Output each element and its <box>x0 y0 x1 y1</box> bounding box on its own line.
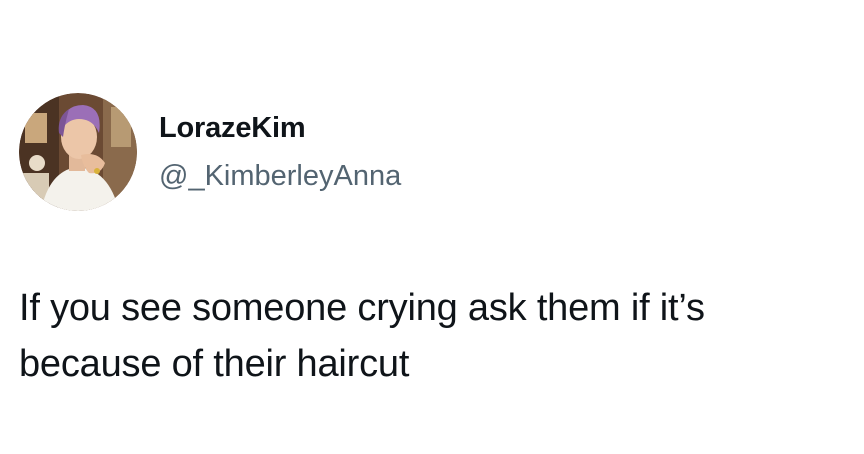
author-handle[interactable]: @_KimberleyAnna <box>159 158 401 194</box>
tweet-card: LorazeKim @_KimberleyAnna If you see som… <box>0 0 864 454</box>
author-display-name[interactable]: LorazeKim <box>159 110 306 146</box>
tweet-text: If you see someone crying ask them if it… <box>19 280 849 392</box>
tweet-text-line: If you see someone crying ask them if it… <box>19 287 705 329</box>
tweet-text-line: because of their haircut <box>19 343 410 385</box>
author-avatar[interactable] <box>19 93 137 211</box>
profile-photo-icon <box>19 93 137 211</box>
